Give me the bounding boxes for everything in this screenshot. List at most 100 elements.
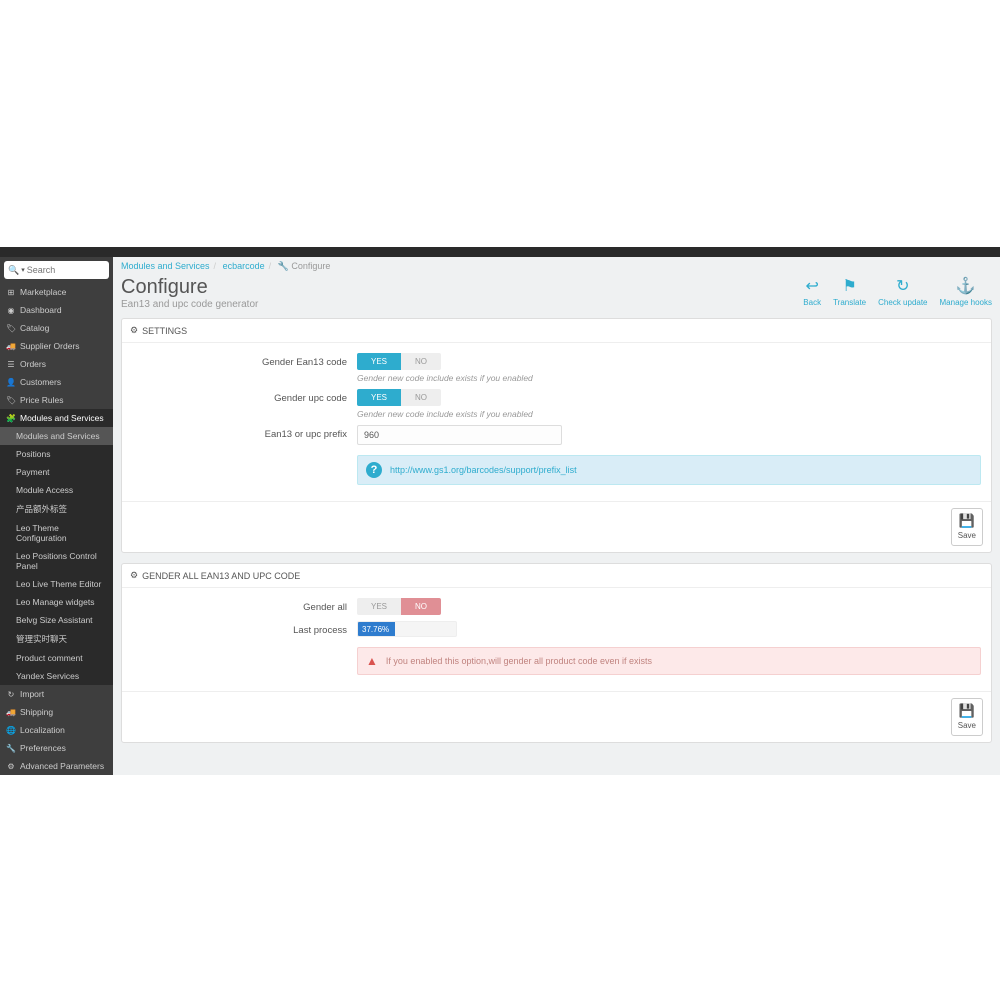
sidebar-item-label: Localization — [20, 725, 65, 735]
sidebar-item-label: Leo Manage widgets — [16, 597, 94, 607]
translate-button[interactable]: ⚑Translate — [833, 276, 866, 307]
field-label: Last process — [132, 621, 357, 636]
help-text: Gender new code include exists if you en… — [357, 373, 981, 383]
help-text: Gender new code include exists if you en… — [357, 409, 981, 419]
sidebar-item-dashboard[interactable]: ◉Dashboard — [0, 301, 113, 319]
toggle-no[interactable]: NO — [401, 389, 441, 406]
sidebar-item-shipping[interactable]: 🚚Shipping — [0, 703, 113, 721]
truck-icon: 🚚 — [6, 342, 16, 351]
info-alert: ? http://www.gs1.org/barcodes/support/pr… — [357, 455, 981, 485]
page-title: Configure — [121, 276, 258, 299]
toolbar: ↩Back ⚑Translate ↻ Check update ⚓Manage h… — [803, 276, 992, 307]
wrench-icon: 🔧 — [6, 744, 16, 753]
user-icon: 👤 — [6, 378, 16, 387]
toolbar-label: Check update — [878, 298, 927, 307]
sidebar-submenu: Modules and Services Positions Payment M… — [0, 427, 113, 685]
field-label: Ean13 or upc prefix — [132, 425, 357, 440]
toggle-no[interactable]: NO — [401, 598, 441, 615]
refresh-icon: ↻ — [6, 690, 16, 699]
sidebar-item-label: Orders — [20, 359, 46, 369]
prefix-list-link[interactable]: http://www.gs1.org/barcodes/support/pref… — [390, 465, 577, 475]
truck-icon: 🚚 — [6, 708, 16, 717]
sidebar-item-advanced[interactable]: ⚙Advanced Parameters — [0, 757, 113, 775]
sidebar-item-catalog[interactable]: 🏷Catalog — [0, 319, 113, 337]
sidebar-item-label: 产品额外标签 — [16, 503, 67, 515]
save-icon: 💾 — [958, 703, 976, 719]
refresh-icon: ↻ — [878, 276, 927, 296]
sidebar-item-label: Leo Positions Control Panel — [16, 551, 107, 571]
sidebar-item-label: Leo Theme Configuration — [16, 523, 107, 543]
page-subtitle: Ean13 and upc code generator — [121, 299, 258, 310]
sidebar-item-label: Yandex Services — [16, 671, 79, 681]
progress-bar: 37.76% — [357, 621, 457, 637]
warning-text: If you enabled this option,will gender a… — [386, 656, 652, 666]
prefix-input[interactable] — [357, 425, 562, 445]
toggle-yes[interactable]: YES — [357, 389, 401, 406]
tag-icon: 🏷 — [6, 396, 16, 405]
submenu-item[interactable]: 管理实时聊天 — [0, 629, 113, 649]
toggle-yes[interactable]: YES — [357, 598, 401, 615]
back-button[interactable]: ↩Back — [803, 276, 821, 307]
submenu-item[interactable]: Yandex Services — [0, 667, 113, 685]
save-button[interactable]: 💾 Save — [951, 508, 983, 546]
gender-all-toggle[interactable]: YES NO — [357, 598, 441, 615]
sidebar-item-customers[interactable]: 👤Customers — [0, 373, 113, 391]
warning-alert: ▲ If you enabled this option,will gender… — [357, 647, 981, 675]
wrench-icon: 🔧 — [278, 261, 289, 271]
panel-heading: ⚙SETTINGS — [122, 319, 991, 343]
sidebar-item-import[interactable]: ↻Import — [0, 685, 113, 703]
save-label: Save — [958, 721, 976, 730]
sidebar: 🔍 ▾ ⊞Marketplace ◉Dashboard 🏷Catalog 🚚Su… — [0, 257, 113, 775]
sidebar-item-label: Product comment — [16, 653, 83, 663]
breadcrumb-current: Configure — [291, 261, 330, 271]
question-icon: ? — [366, 462, 382, 478]
sidebar-item-label: Module Access — [16, 485, 73, 495]
sidebar-item-label: Preferences — [20, 743, 66, 753]
sidebar-item-modules[interactable]: 🧩Modules and Services — [0, 409, 113, 427]
submenu-item[interactable]: Belvg Size Assistant — [0, 611, 113, 629]
gear-icon: ⚙ — [130, 325, 138, 336]
chevron-down-icon: ▾ — [21, 266, 25, 274]
toggle-yes[interactable]: YES — [357, 353, 401, 370]
settings-panel: ⚙SETTINGS Gender Ean13 code YES NO Gende… — [121, 318, 992, 553]
manage-hooks-button[interactable]: ⚓Manage hooks — [940, 276, 992, 307]
submenu-item[interactable]: Module Access — [0, 481, 113, 499]
search-input[interactable] — [27, 265, 105, 275]
sidebar-item-preferences[interactable]: 🔧 Preferences — [0, 739, 113, 757]
breadcrumb-link[interactable]: Modules and Services — [121, 261, 210, 271]
gauge-icon: ◉ — [6, 306, 16, 315]
submenu-item[interactable]: Leo Theme Configuration — [0, 519, 113, 547]
puzzle-icon: 🧩 — [6, 414, 16, 423]
field-label: Gender all — [132, 598, 357, 613]
gender-ean13-toggle[interactable]: YES NO — [357, 353, 441, 370]
search-wrapper[interactable]: 🔍 ▾ — [4, 261, 109, 279]
submenu-item[interactable]: Leo Positions Control Panel — [0, 547, 113, 575]
save-button[interactable]: 💾 Save — [951, 698, 983, 736]
flag-icon: ⚑ — [833, 276, 866, 296]
submenu-item[interactable]: Leo Live Theme Editor — [0, 575, 113, 593]
submenu-item[interactable]: 产品额外标签 — [0, 499, 113, 519]
gender-all-panel: ⚙GENDER ALL EAN13 AND UPC CODE Gender al… — [121, 563, 992, 743]
toggle-no[interactable]: NO — [401, 353, 441, 370]
tag-icon: 🏷 — [6, 324, 16, 333]
sidebar-item-price-rules[interactable]: 🏷Price Rules — [0, 391, 113, 409]
sidebar-item-marketplace[interactable]: ⊞Marketplace — [0, 283, 113, 301]
sidebar-item-orders[interactable]: ☰Orders — [0, 355, 113, 373]
sidebar-item-localization[interactable]: 🌐 Localization — [0, 721, 113, 739]
sidebar-item-supplier-orders[interactable]: 🚚Supplier Orders — [0, 337, 113, 355]
gender-upc-toggle[interactable]: YES NO — [357, 389, 441, 406]
submenu-item[interactable]: Modules and Services — [0, 427, 113, 445]
submenu-item[interactable]: Leo Manage widgets — [0, 593, 113, 611]
submenu-item[interactable]: Payment — [0, 463, 113, 481]
check-update-button[interactable]: ↻ Check update — [878, 276, 927, 307]
sidebar-item-label: Payment — [16, 467, 50, 477]
gear-icon: ⚙ — [6, 762, 16, 771]
gear-icon: ⚙ — [130, 570, 138, 581]
submenu-item[interactable]: Positions — [0, 445, 113, 463]
field-label: Gender Ean13 code — [132, 353, 357, 368]
breadcrumb-link[interactable]: ecbarcode — [223, 261, 265, 271]
globe-icon: 🌐 — [6, 726, 16, 735]
breadcrumb: Modules and Services/ ecbarcode/ 🔧 Confi… — [121, 257, 992, 276]
sidebar-item-label: Marketplace — [20, 287, 66, 297]
submenu-item[interactable]: Product comment — [0, 649, 113, 667]
